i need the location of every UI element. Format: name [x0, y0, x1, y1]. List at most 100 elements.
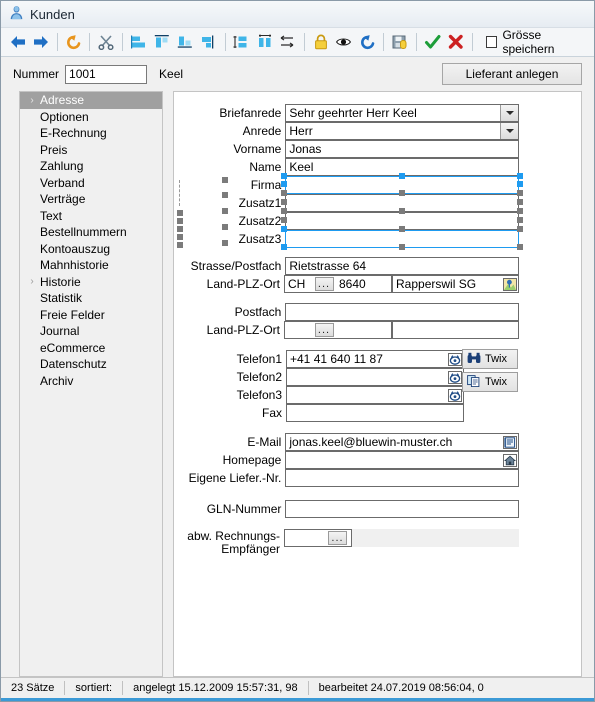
create-supplier-button[interactable]: Lieferant anlegen	[442, 63, 582, 85]
forward-arrow-icon[interactable]	[30, 31, 51, 53]
design-handle[interactable]	[177, 242, 183, 248]
selection-handle-z2-tl[interactable]	[281, 208, 287, 214]
spacing-horizontal-icon[interactable]	[254, 31, 275, 53]
save-size-checkbox-group[interactable]: Grösse speichern	[485, 28, 594, 56]
anrede-combo[interactable]: Herr	[285, 122, 519, 140]
sidebar-item-bestellnummern[interactable]: Bestellnummern	[20, 224, 162, 241]
postfach-ort-input[interactable]	[392, 321, 519, 339]
phone-dial-icon[interactable]	[446, 351, 463, 367]
twix-copy-button[interactable]: Twix	[462, 372, 518, 392]
strasse-input[interactable]	[285, 257, 519, 275]
chevron-down-icon[interactable]	[500, 123, 518, 139]
postfach-country-browse-button[interactable]: ...	[314, 323, 334, 337]
selection-handle-z3-tr[interactable]	[517, 226, 523, 232]
selection-handle-z1-tl[interactable]	[281, 190, 287, 196]
sidebar-item-vertr-ge[interactable]: Verträge	[20, 191, 162, 208]
selection-handle-z1-tc[interactable]	[399, 190, 405, 196]
abw-filler	[352, 529, 519, 547]
sidebar-item-preis[interactable]: Preis	[20, 142, 162, 159]
phone-dial-icon[interactable]	[446, 387, 463, 403]
design-handle[interactable]	[222, 208, 228, 214]
twix-search-button[interactable]: Twix	[462, 349, 518, 369]
sidebar-item-optionen[interactable]: Optionen	[20, 109, 162, 126]
fax-input[interactable]	[286, 404, 464, 422]
map-pin-icon[interactable]	[501, 276, 518, 292]
briefanrede-combo[interactable]: Sehr geehrter Herr Keel	[285, 104, 519, 122]
selection-handle-z2-tc[interactable]	[399, 208, 405, 214]
country-browse-button[interactable]: ...	[314, 277, 334, 291]
selection-handle-z2-mr[interactable]	[517, 217, 523, 223]
twix-search-label: Twix	[485, 353, 507, 365]
sidebar-item-journal[interactable]: Journal	[20, 323, 162, 340]
sidebar-item-zahlung[interactable]: Zahlung	[20, 158, 162, 175]
align-top-icon[interactable]	[151, 31, 172, 53]
size-equal-icon[interactable]	[278, 31, 299, 53]
sidebar-item-verband[interactable]: Verband	[20, 175, 162, 192]
design-handle[interactable]	[222, 177, 228, 183]
design-handle[interactable]	[177, 218, 183, 224]
selection-handle-firma-tc[interactable]	[399, 173, 405, 179]
selection-handle-z2-tr[interactable]	[517, 208, 523, 214]
field-fax: Fax	[174, 404, 519, 422]
eye-icon[interactable]	[333, 31, 354, 53]
gln-nummer-input[interactable]	[285, 500, 519, 518]
selection-handle-z3-br[interactable]	[517, 244, 523, 250]
abw-input[interactable]	[284, 529, 324, 547]
sidebar-item-freie-felder[interactable]: Freie Felder	[20, 307, 162, 324]
back-arrow-icon[interactable]	[7, 31, 28, 53]
abw-browse-button[interactable]: ...	[328, 531, 347, 545]
confirm-check-icon[interactable]	[422, 31, 443, 53]
design-handle[interactable]	[177, 210, 183, 216]
selection-handle-firma-ml[interactable]	[281, 181, 287, 187]
lock-icon[interactable]	[310, 31, 331, 53]
postfach-input[interactable]	[285, 303, 519, 321]
mail-card-icon[interactable]	[501, 434, 518, 450]
eigene-liefer-nr-input[interactable]	[285, 469, 519, 487]
refresh-icon[interactable]	[357, 31, 378, 53]
selection-handle-firma-tl[interactable]	[281, 173, 287, 179]
design-handle[interactable]	[177, 234, 183, 240]
selection-handle-z1-ml[interactable]	[281, 199, 287, 205]
save-layout-icon[interactable]	[389, 31, 410, 53]
sidebar-item-text[interactable]: Text	[20, 208, 162, 225]
number-input[interactable]	[65, 64, 148, 84]
sidebar-item-historie[interactable]: › Historie	[20, 274, 162, 291]
cancel-cross-icon[interactable]	[445, 31, 466, 53]
save-size-checkbox[interactable]	[485, 36, 498, 48]
spacing-vertical-icon[interactable]	[231, 31, 252, 53]
selection-handle-z3-tl[interactable]	[281, 226, 287, 232]
sidebar-item-kontoauszug[interactable]: Kontoauszug	[20, 241, 162, 258]
align-bottom-icon[interactable]	[175, 31, 196, 53]
phone-dial-icon[interactable]	[446, 369, 463, 385]
sidebar-item-statistik[interactable]: Statistik	[20, 290, 162, 307]
selection-handle-z2-ml[interactable]	[281, 217, 287, 223]
selection-handle-z3-tc[interactable]	[399, 226, 405, 232]
chevron-down-icon[interactable]	[500, 105, 518, 121]
design-handle[interactable]	[222, 240, 228, 246]
align-left-icon[interactable]	[128, 31, 149, 53]
design-handle[interactable]	[222, 192, 228, 198]
sidebar-item-datenschutz[interactable]: Datenschutz	[20, 356, 162, 373]
cut-scissors-icon[interactable]	[95, 31, 116, 53]
sidebar-item-e-rechnung[interactable]: E-Rechnung	[20, 125, 162, 142]
postfach-plz-input[interactable]	[336, 321, 392, 339]
align-right-icon[interactable]	[198, 31, 219, 53]
undo-icon[interactable]	[63, 31, 84, 53]
design-handle[interactable]	[177, 226, 183, 232]
postfach-country-input[interactable]	[284, 321, 312, 339]
selection-handle-z3-bc[interactable]	[399, 244, 405, 250]
house-icon[interactable]	[501, 452, 518, 468]
selection-handle-z3-bl[interactable]	[281, 244, 287, 250]
sidebar-item-archiv[interactable]: Archiv	[20, 373, 162, 390]
design-handle[interactable]	[222, 224, 228, 230]
sidebar-item-adresse[interactable]: › Adresse	[20, 92, 162, 109]
vorname-input[interactable]	[285, 140, 519, 158]
selection-handle-firma-mr[interactable]	[517, 181, 523, 187]
sidebar-item-mahnhistorie[interactable]: Mahnhistorie	[20, 257, 162, 274]
selection-handle-z1-mr[interactable]	[517, 199, 523, 205]
selection-handle-firma-tr[interactable]	[517, 173, 523, 179]
selection-handle-z1-tr[interactable]	[517, 190, 523, 196]
sidebar-item-ecommerce[interactable]: eCommerce	[20, 340, 162, 357]
country-input[interactable]: CH	[284, 275, 312, 293]
plz-input[interactable]	[336, 275, 392, 293]
